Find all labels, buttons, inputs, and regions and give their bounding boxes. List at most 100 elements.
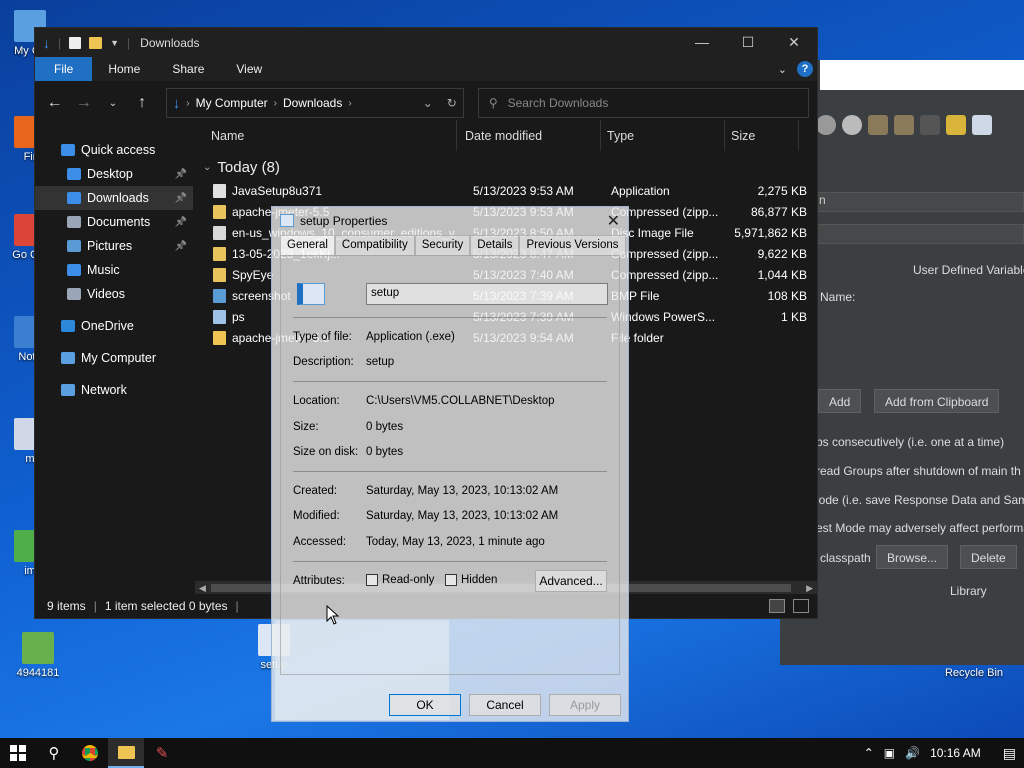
list-icon[interactable] <box>972 115 992 135</box>
advanced-button[interactable]: Advanced... <box>535 570 607 592</box>
scroll-right-icon[interactable]: ▶ <box>806 581 813 595</box>
network-icon[interactable]: ▣ <box>884 746 895 760</box>
start-button[interactable] <box>0 738 36 768</box>
option-text: est Mode may adversely affect performa <box>816 521 1024 535</box>
clock[interactable]: 10:16 AM <box>930 746 981 760</box>
tab-compatibility[interactable]: Compatibility <box>334 235 415 255</box>
help-icon[interactable]: ? <box>797 61 813 77</box>
binoculars-icon[interactable] <box>920 115 940 135</box>
option-text: ps consecutively (i.e. one at a time) <box>816 435 1005 449</box>
breadcrumb-downloads[interactable]: Downloads <box>283 96 342 110</box>
cancel-button[interactable]: Cancel <box>469 694 541 716</box>
column-size[interactable]: Size <box>725 120 799 151</box>
customize-dropdown-icon[interactable]: ▼ <box>110 38 119 48</box>
nav-item-icon <box>67 288 81 300</box>
refresh-icon[interactable]: ↻ <box>447 96 457 110</box>
file-name-input[interactable]: setup <box>366 283 608 305</box>
tab-share[interactable]: Share <box>156 57 220 81</box>
tab-file[interactable]: File <box>35 57 93 81</box>
add-from-clipboard-button[interactable]: Add from Clipboard <box>874 389 1000 413</box>
chevron-right-icon[interactable]: › <box>348 98 351 109</box>
broom-icon[interactable] <box>946 115 966 135</box>
tab-view[interactable]: View <box>220 57 278 81</box>
toolbar-icon[interactable] <box>894 115 914 135</box>
explorer-titlebar[interactable]: ↓ | ▼ | Downloads — ☐ ✕ <box>35 28 817 57</box>
nav-item[interactable]: Quick access <box>35 138 193 162</box>
chevron-down-icon[interactable]: ⌄ <box>203 162 211 173</box>
tab-previous-versions[interactable]: Previous Versions <box>519 235 626 255</box>
nav-item[interactable]: Videos <box>35 282 193 306</box>
checkbox-box[interactable] <box>366 574 378 586</box>
pen-icon[interactable]: ✎ <box>144 738 180 768</box>
forward-arrow-icon[interactable]: → <box>72 94 95 112</box>
chevron-up-icon[interactable]: ⌃ <box>864 746 874 760</box>
close-button[interactable]: ✕ <box>771 34 817 51</box>
back-arrow-icon[interactable]: ← <box>43 94 66 112</box>
classpath-label: classpath <box>820 551 871 565</box>
nav-item[interactable]: Documents 📌 <box>35 210 193 234</box>
properties-icon[interactable] <box>69 36 82 49</box>
browse-button[interactable]: Browse... <box>876 545 949 569</box>
expand-ribbon-icon[interactable]: ⌄ <box>778 63 787 76</box>
tab-home[interactable]: Home <box>92 57 156 81</box>
nav-item[interactable]: Music <box>35 258 193 282</box>
nav-item-label: Music <box>87 263 120 277</box>
tab-general[interactable]: General <box>280 235 335 255</box>
dialog-close-icon[interactable]: ✕ <box>607 211 620 231</box>
search-icon[interactable]: ⚲ <box>36 738 72 768</box>
column-date-modified[interactable]: Date modified <box>457 120 601 151</box>
chrome-icon[interactable] <box>72 738 108 768</box>
recent-locations-icon[interactable]: ⌄ <box>101 98 124 109</box>
nav-item[interactable]: Desktop 📌 <box>35 162 193 186</box>
apply-button[interactable]: Apply <box>549 694 621 716</box>
nav-item-label: Quick access <box>81 143 156 157</box>
location-value: C:\Users\VM5.COLLABNET\Desktop <box>366 395 555 407</box>
ok-button[interactable]: OK <box>389 694 461 716</box>
breadcrumb-my-computer[interactable]: My Computer <box>196 96 268 110</box>
dialog-title[interactable]: setup Properties <box>272 207 628 235</box>
nav-item[interactable]: Pictures 📌 <box>35 234 193 258</box>
accessed-label: Accessed: <box>293 536 347 548</box>
group-header[interactable]: ⌄ Today (8) <box>195 154 817 180</box>
scroll-left-icon[interactable]: ◀ <box>199 581 206 595</box>
chevron-right-icon[interactable]: › <box>186 98 189 109</box>
notifications-icon[interactable]: ▤ <box>991 745 1016 762</box>
desktop-icon[interactable]: 4944181 <box>8 632 68 679</box>
add-button[interactable]: Add <box>818 389 862 413</box>
maximize-button[interactable]: ☐ <box>725 34 771 51</box>
background-field[interactable]: n <box>816 192 1024 212</box>
up-arrow-icon[interactable]: ↑ <box>131 94 154 112</box>
large-icons-view-icon[interactable] <box>793 599 809 613</box>
description-label: Description: <box>293 356 354 368</box>
search-box[interactable]: ⚲ Search Downloads <box>477 88 809 118</box>
column-type[interactable]: Type <box>601 120 725 151</box>
minimize-button[interactable]: — <box>679 34 725 51</box>
background-field[interactable] <box>816 224 1024 244</box>
file-explorer-taskbar-icon[interactable] <box>108 738 144 768</box>
tab-details[interactable]: Details <box>470 235 520 255</box>
details-view-icon[interactable] <box>769 599 785 613</box>
hidden-checkbox[interactable]: Hidden <box>445 574 497 586</box>
nav-item[interactable]: Downloads 📌 <box>35 186 193 210</box>
file-type-icon <box>213 183 226 198</box>
volume-icon[interactable]: 🔊 <box>905 746 920 760</box>
file-type-icon <box>213 330 226 345</box>
toolbar-icon[interactable] <box>868 115 888 135</box>
address-dropdown-icon[interactable]: ⌄ <box>423 96 433 110</box>
pin-icon: 📌 <box>174 192 187 204</box>
checkbox-box[interactable] <box>445 574 457 586</box>
chevron-right-icon[interactable]: › <box>274 98 277 109</box>
delete-button[interactable]: Delete <box>960 545 1017 569</box>
new-folder-icon[interactable] <box>89 36 103 49</box>
nav-item[interactable]: OneDrive <box>35 314 193 338</box>
down-arrow-icon[interactable]: ↓ <box>43 35 50 51</box>
toolbar-icon[interactable] <box>816 115 836 135</box>
table-row[interactable]: JavaSetup8u371 5/13/2023 9:53 AM Applicati… <box>195 180 817 201</box>
tab-security[interactable]: Security <box>414 235 471 255</box>
read-only-checkbox[interactable]: Read-only <box>366 574 434 586</box>
column-name[interactable]: Name <box>195 120 457 151</box>
nav-item[interactable]: Network <box>35 378 193 402</box>
nav-item[interactable]: My Computer <box>35 346 193 370</box>
toolbar-icon[interactable] <box>842 115 862 135</box>
address-bar[interactable]: ↓ › My Computer › Downloads › ⌄ ↻ <box>165 88 464 118</box>
